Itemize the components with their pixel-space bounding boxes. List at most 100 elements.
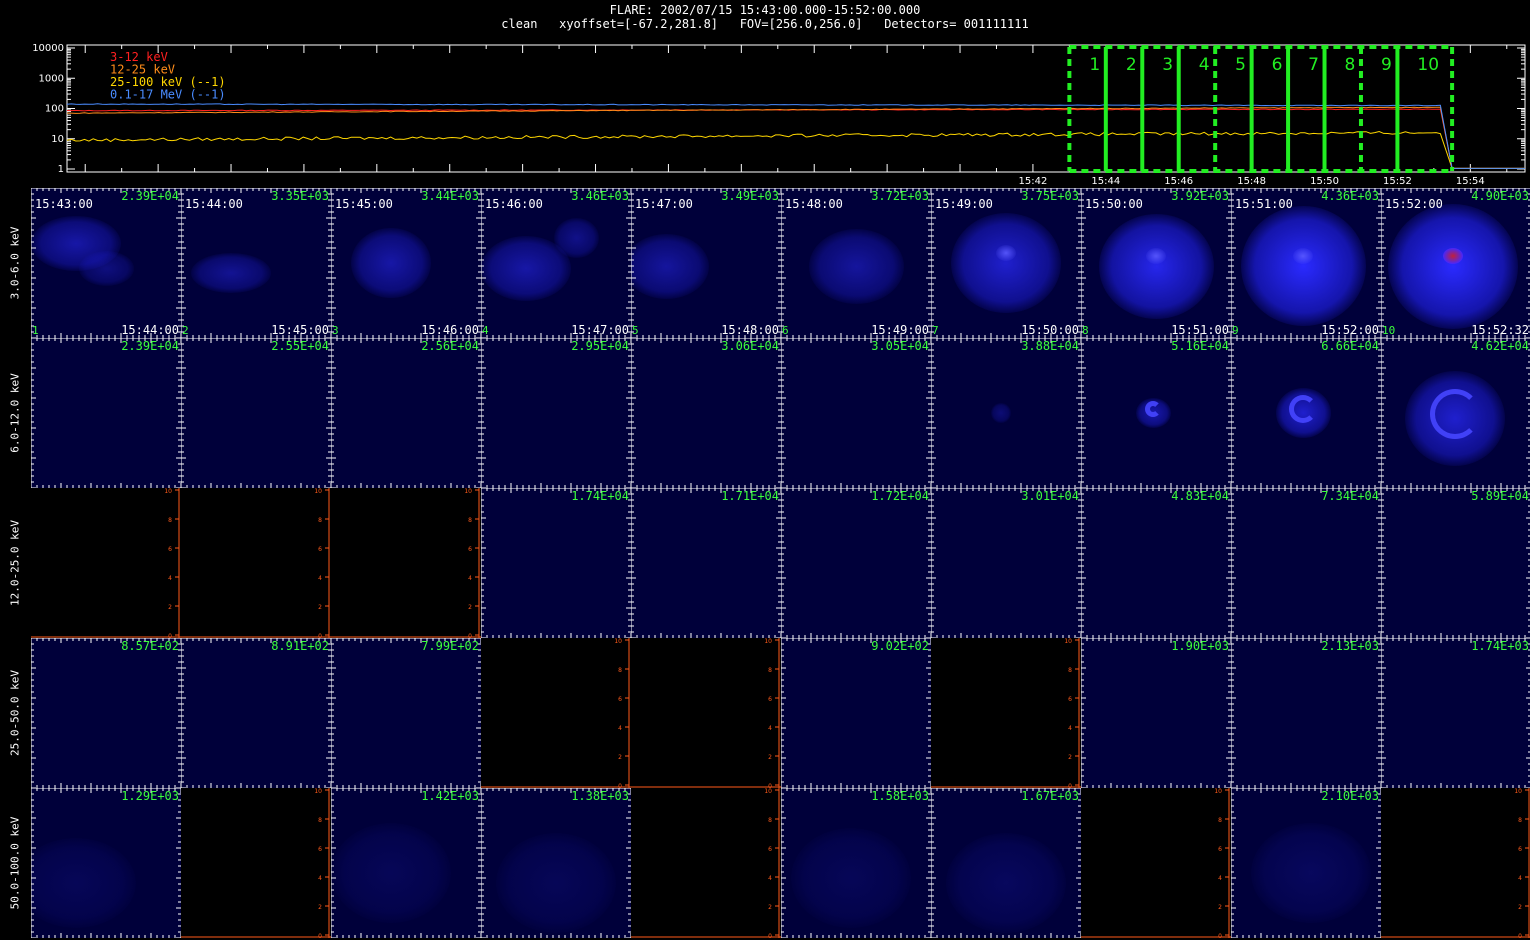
image-panel[interactable]: 1.71E+04	[631, 488, 781, 638]
image-panel[interactable]: 1.38E+03	[481, 788, 631, 938]
panel-axes	[1231, 488, 1381, 638]
image-panel[interactable]: 1.72E+04	[781, 488, 931, 638]
image-panel[interactable]: 3.06E+04	[631, 338, 781, 488]
image-panel[interactable]: 1.58E+03	[781, 788, 931, 938]
axis-tick-label: 6	[318, 846, 322, 853]
image-panel[interactable]: 8.91E+02	[181, 638, 331, 788]
energy-band-label: 6.0-12.0 keV	[4, 338, 26, 488]
axis-tick-label: 8	[768, 667, 772, 674]
axis-tick-label: 0	[1218, 933, 1222, 938]
axis-tick-label: 10	[1214, 788, 1222, 795]
image-panel[interactable]: 5.16E+04	[1081, 338, 1231, 488]
interval-index: 7	[932, 324, 939, 337]
interval-end-time: 15:45:00	[271, 323, 329, 337]
axis-tick-label: 10	[1514, 788, 1522, 795]
axis-tick-label: 6	[318, 546, 322, 553]
image-panel[interactable]: 1.29E+03	[31, 788, 181, 938]
empty-image-panel[interactable]: 10 8 6 4 2 0	[631, 788, 781, 938]
image-panel[interactable]: 2.10E+03	[1231, 788, 1381, 938]
axis-tick-label: 0	[1518, 933, 1522, 938]
empty-image-panel[interactable]: 10 8 6 4 2 0	[631, 638, 781, 788]
image-panel[interactable]: 1.74E+03	[1381, 638, 1530, 788]
image-panel[interactable]: 3.44E+03 15:45:00 15:46:00 3	[331, 188, 481, 338]
peak-flux: 6.66E+04	[1321, 339, 1379, 353]
peak-flux: 1.72E+04	[871, 489, 929, 503]
interval-index: 10	[1382, 324, 1396, 337]
peak-flux: 1.90E+03	[1171, 639, 1229, 653]
image-panel[interactable]: 2.56E+04	[331, 338, 481, 488]
peak-flux: 5.89E+04	[1471, 489, 1529, 503]
interval-index: 1	[32, 324, 39, 337]
image-panel[interactable]: 3.75E+03 15:49:00 15:50:00 7	[931, 188, 1081, 338]
axis-tick-label: 4	[1518, 875, 1522, 882]
energy-band-label: 50.0-100.0 keV	[4, 788, 26, 938]
empty-image-panel[interactable]: 10 8 6 4 2 0	[1381, 788, 1530, 938]
interval-start-time: 15:43:00	[35, 197, 93, 211]
image-panel[interactable]: 3.46E+03 15:46:00 15:47:00 4	[481, 188, 631, 338]
empty-image-panel[interactable]: 10 8 6 4 2 0	[1081, 788, 1231, 938]
empty-image-panel[interactable]: 10 8 6 4 2 0	[181, 488, 331, 638]
empty-image-panel[interactable]: 10 8 6 4 2 0	[181, 788, 331, 938]
image-panel[interactable]: 8.57E+02	[31, 638, 181, 788]
axis-tick-label: 6	[618, 696, 622, 703]
peak-flux: 3.06E+04	[721, 339, 779, 353]
axis-tick-label: 8	[468, 517, 472, 524]
axis-tick-label: 4	[1218, 875, 1222, 882]
panel-axes	[781, 638, 931, 788]
image-panel[interactable]: 4.90E+03 15:52:00 15:52:32 10	[1381, 188, 1530, 338]
image-panel[interactable]: 5.89E+04	[1381, 488, 1530, 638]
image-panel[interactable]: 6.66E+04	[1231, 338, 1381, 488]
image-panel[interactable]: 3.49E+03 15:47:00 15:48:00 5	[631, 188, 781, 338]
peak-flux: 4.83E+04	[1171, 489, 1229, 503]
interval-start-time: 15:50:00	[1085, 197, 1143, 211]
image-panel[interactable]: 3.01E+04	[931, 488, 1081, 638]
axis-tick-label: 8	[1068, 667, 1072, 674]
peak-flux: 2.13E+03	[1321, 639, 1379, 653]
image-panel[interactable]: 2.55E+04	[181, 338, 331, 488]
image-panel[interactable]: 7.99E+02	[331, 638, 481, 788]
axis-tick-label: 2	[318, 904, 322, 911]
image-panel[interactable]: 9.02E+02	[781, 638, 931, 788]
interval-start-time: 15:51:00	[1235, 197, 1293, 211]
image-panel[interactable]: 1.67E+03	[931, 788, 1081, 938]
image-panel[interactable]: 1.42E+03	[331, 788, 481, 938]
axis-tick-label: 8	[618, 667, 622, 674]
image-panel[interactable]: 2.13E+03	[1231, 638, 1381, 788]
interval-end-time: 15:49:00	[871, 323, 929, 337]
image-panel[interactable]: 1.90E+03	[1081, 638, 1231, 788]
image-panel[interactable]: 4.83E+04	[1081, 488, 1231, 638]
interval-end-time: 15:50:00	[1021, 323, 1079, 337]
empty-image-panel[interactable]: 10 8 6 4 2 0	[931, 638, 1081, 788]
peak-flux: 2.39E+04	[121, 339, 179, 353]
image-panel[interactable]: 4.62E+04	[1381, 338, 1530, 488]
axis-tick-label: 2	[168, 604, 172, 611]
axis-tick-label: 4	[1068, 725, 1072, 732]
panel-axes	[931, 788, 1081, 938]
axis-tick-label: 8	[768, 817, 772, 824]
image-panel[interactable]: 2.39E+04 15:43:00 15:44:00 1	[31, 188, 181, 338]
panel-axes	[481, 338, 631, 488]
axis-tick-label: 6	[1518, 846, 1522, 853]
peak-flux: 2.10E+03	[1321, 789, 1379, 803]
panel-axes: 1086420	[31, 488, 181, 638]
empty-image-panel[interactable]: 10 8 6 4 2 0	[331, 488, 481, 638]
image-panel[interactable]: 1.74E+04	[481, 488, 631, 638]
image-grid: 3.0-6.0 keV 2.39E+04 15:43:00 15:44:00 1 3.35…	[0, 0, 1530, 940]
image-panel[interactable]: 3.35E+03 15:44:00 15:45:00 2	[181, 188, 331, 338]
interval-end-time: 15:48:00	[721, 323, 779, 337]
image-panel[interactable]: 3.72E+03 15:48:00 15:49:00 6	[781, 188, 931, 338]
image-panel[interactable]: 7.34E+04	[1231, 488, 1381, 638]
panel-axes	[1381, 638, 1530, 788]
image-panel[interactable]: 2.39E+04	[31, 338, 181, 488]
image-panel[interactable]: 2.95E+04	[481, 338, 631, 488]
empty-image-panel[interactable]: 10 8 6 4 2 0	[31, 488, 181, 638]
panel-axes	[631, 338, 781, 488]
empty-image-panel[interactable]: 10 8 6 4 2 0	[481, 638, 631, 788]
peak-flux: 1.42E+03	[421, 789, 479, 803]
panel-axes	[1081, 638, 1231, 788]
image-panel[interactable]: 4.36E+03 15:51:00 15:52:00 9	[1231, 188, 1381, 338]
peak-flux: 8.91E+02	[271, 639, 329, 653]
image-panel[interactable]: 3.92E+03 15:50:00 15:51:00 8	[1081, 188, 1231, 338]
image-panel[interactable]: 3.05E+04	[781, 338, 931, 488]
image-panel[interactable]: 3.88E+04	[931, 338, 1081, 488]
